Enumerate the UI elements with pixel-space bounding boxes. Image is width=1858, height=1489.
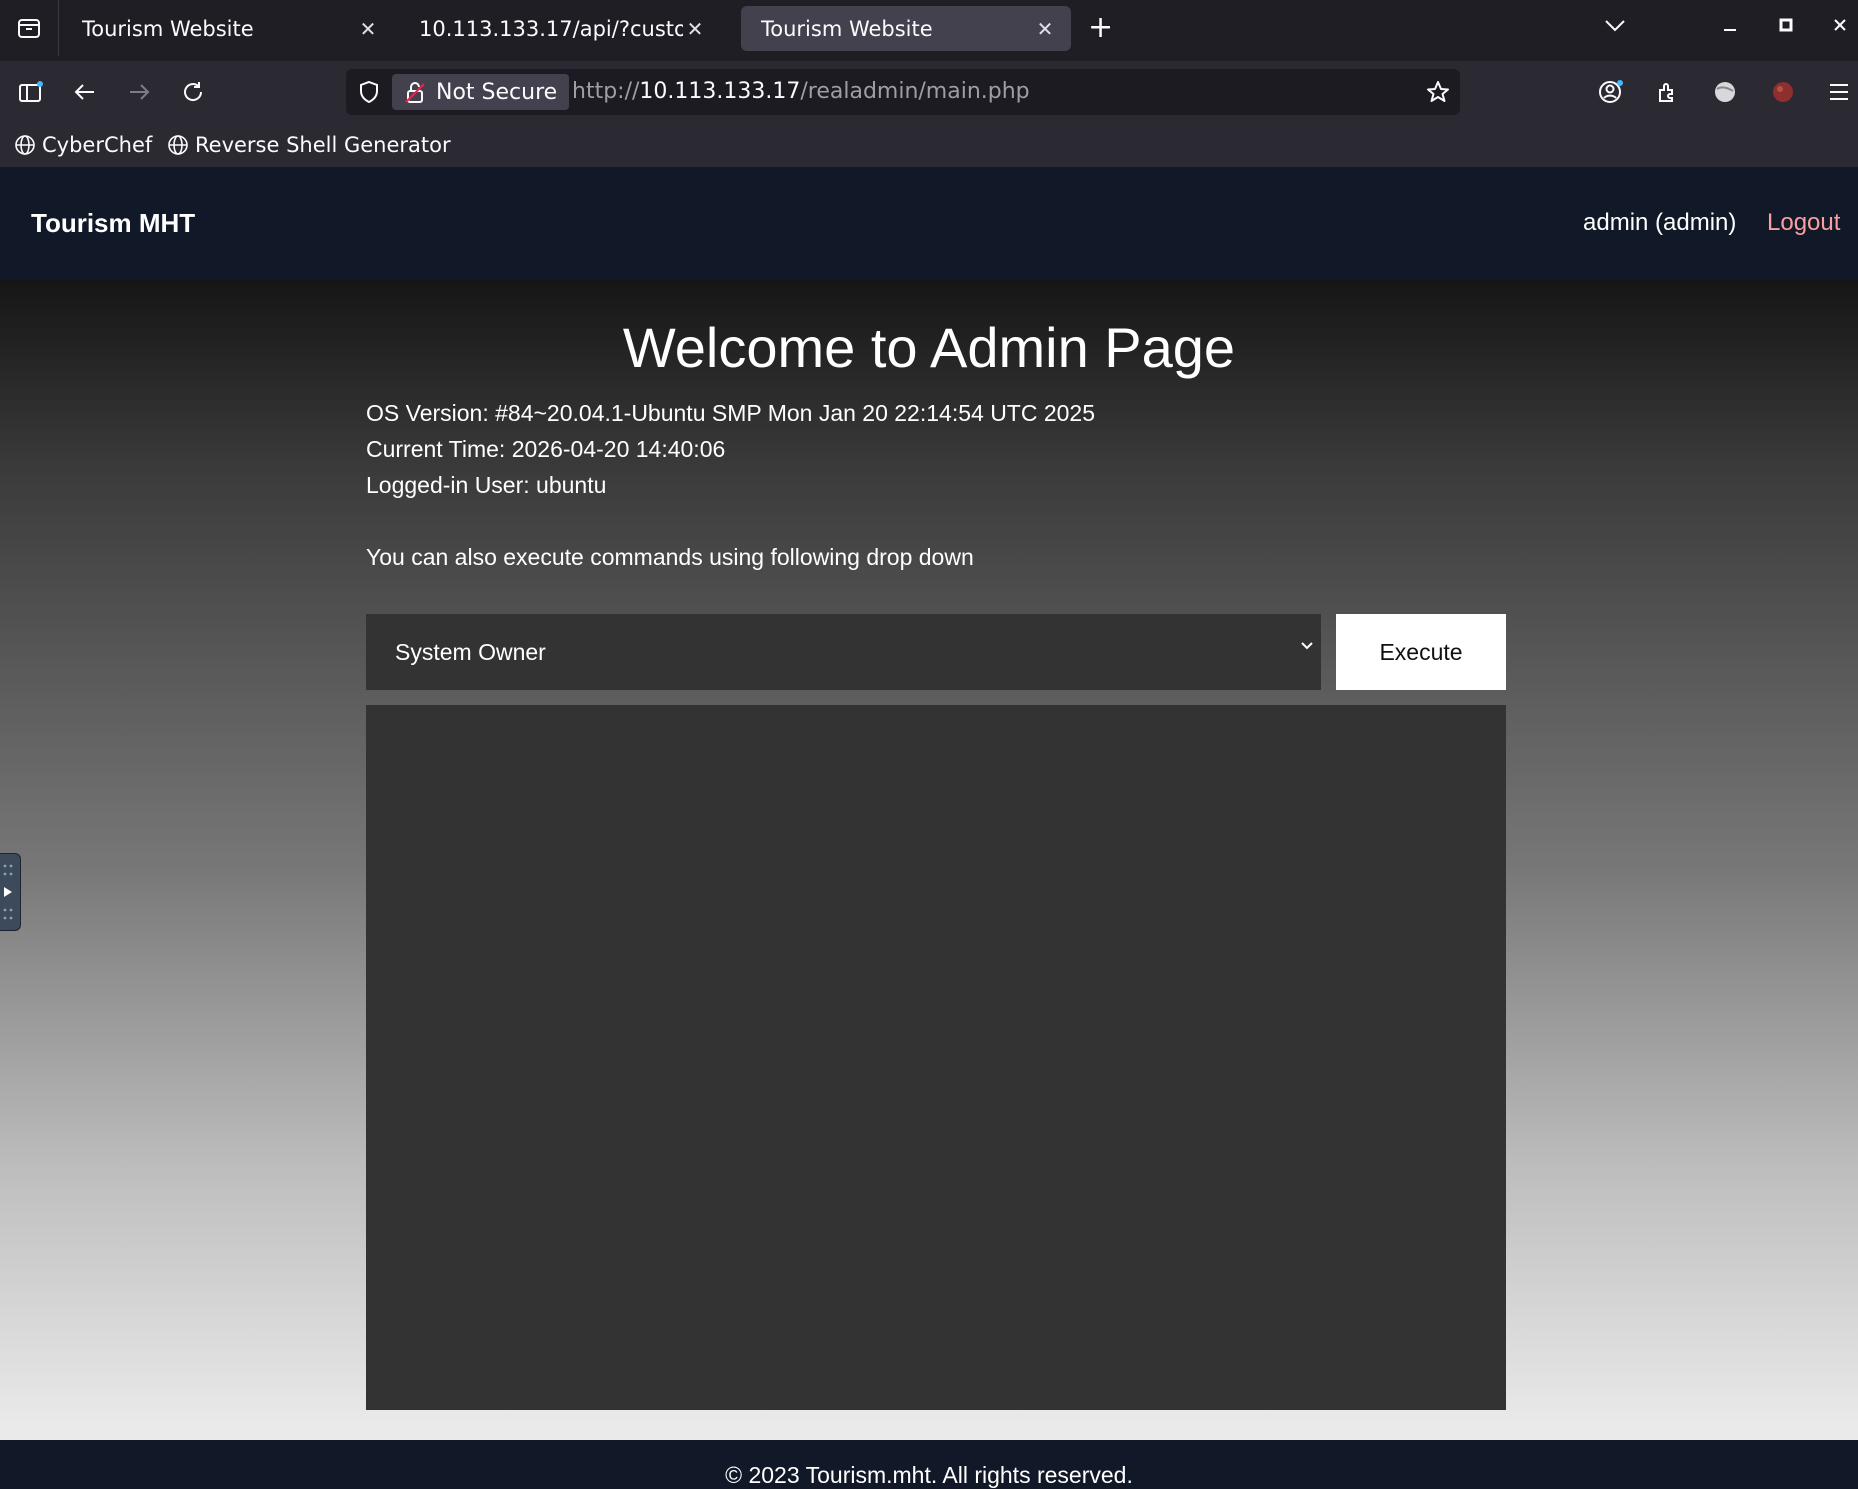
bookmark-label: CyberChef xyxy=(42,133,153,157)
extension-globe-icon[interactable] xyxy=(1710,77,1740,107)
url-bar[interactable]: Not Secure http://10.113.133.17/realadmi… xyxy=(346,69,1460,115)
shield-icon[interactable] xyxy=(358,80,380,104)
url-host: 10.113.133.17 xyxy=(639,79,801,104)
close-icon[interactable]: ✕ xyxy=(683,17,707,41)
extension-red-icon[interactable] xyxy=(1768,77,1798,107)
new-tab-plus-icon[interactable]: + xyxy=(1088,12,1113,44)
forward-arrow-icon[interactable] xyxy=(124,77,154,107)
browser-nav-bar: Not Secure http://10.113.133.17/realadmi… xyxy=(0,61,1858,123)
tab-title: Tourism Website xyxy=(761,16,933,41)
command-output-area[interactable] xyxy=(366,705,1506,1410)
logged-user-text: Logged-in User: ubuntu xyxy=(366,472,607,498)
sidebar-toggle-icon[interactable] xyxy=(16,77,46,107)
close-icon[interactable]: ✕ xyxy=(1033,17,1057,41)
bookmark-star-icon[interactable] xyxy=(1426,80,1450,104)
url-text[interactable]: http://10.113.133.17/realadmin/main.php xyxy=(572,69,1030,115)
broken-lock-icon xyxy=(405,82,425,103)
url-scheme: http:// xyxy=(572,79,640,104)
execute-button[interactable]: Execute xyxy=(1336,614,1506,690)
tab-3-active[interactable]: Tourism Website ✕ xyxy=(741,6,1071,51)
chevron-down-icon[interactable] xyxy=(1604,14,1626,38)
tab-list-icon xyxy=(18,19,40,38)
drag-handle-icon xyxy=(3,864,13,920)
tab-title: 10.113.133.17/api/?custome xyxy=(419,16,683,41)
command-select[interactable]: System Owner xyxy=(366,614,1321,690)
not-secure-badge[interactable]: Not Secure xyxy=(392,74,570,110)
extensions-icon[interactable] xyxy=(1652,77,1682,107)
chevron-down-icon xyxy=(1301,642,1313,650)
close-icon[interactable]: ✕ xyxy=(356,17,380,41)
globe-icon xyxy=(168,135,188,155)
bookmark-label: Reverse Shell Generator xyxy=(195,133,451,157)
current-user: admin (admin) xyxy=(1583,209,1737,236)
tab-title: Tourism Website xyxy=(82,16,254,41)
command-hint-text: You can also execute commands using foll… xyxy=(366,544,974,570)
tab-list-button[interactable] xyxy=(0,0,59,56)
not-secure-label: Not Secure xyxy=(436,79,558,105)
minimize-icon[interactable] xyxy=(1722,14,1738,38)
account-icon[interactable] xyxy=(1596,77,1626,107)
page-title: Welcome to Admin Page xyxy=(622,316,1236,379)
logout-link[interactable]: Logout xyxy=(1767,167,1840,279)
bookmark-reverse-shell-generator[interactable]: Reverse Shell Generator xyxy=(167,131,451,159)
site-header: Tourism MHT admin (admin) Logout xyxy=(0,167,1858,279)
bookmarks-toolbar: CyberChef Reverse Shell Generator xyxy=(0,123,1858,168)
url-path: /realadmin/main.php xyxy=(800,79,1030,104)
tab-1[interactable]: Tourism Website ✕ xyxy=(62,6,394,51)
browser-tab-bar: Tourism Website ✕ 10.113.133.17/api/?cus… xyxy=(0,0,1858,61)
current-time-text: Current Time: 2026-04-20 14:40:06 xyxy=(366,436,726,462)
site-footer: © 2023 Tourism.mht. All rights reserved. xyxy=(0,1440,1858,1489)
site-brand[interactable]: Tourism MHT xyxy=(31,167,195,279)
maximize-icon[interactable] xyxy=(1778,14,1794,38)
side-panel-handle[interactable] xyxy=(0,853,21,931)
page-content: Tourism MHT admin (admin) Logout Welcome… xyxy=(0,167,1858,1489)
hamburger-menu-icon[interactable] xyxy=(1824,77,1854,107)
window-close-icon[interactable] xyxy=(1832,14,1848,38)
reload-icon[interactable] xyxy=(178,77,208,107)
command-select-value: System Owner xyxy=(395,638,546,665)
tab-2[interactable]: 10.113.133.17/api/?custome ✕ xyxy=(399,6,721,51)
bookmark-cyberchef[interactable]: CyberChef xyxy=(14,131,152,159)
globe-icon xyxy=(15,135,35,155)
footer-copyright: © 2023 Tourism.mht. All rights reserved. xyxy=(725,1462,1133,1488)
os-version-text: OS Version: #84~20.04.1-Ubuntu SMP Mon J… xyxy=(366,400,1096,426)
back-arrow-icon[interactable] xyxy=(70,77,100,107)
